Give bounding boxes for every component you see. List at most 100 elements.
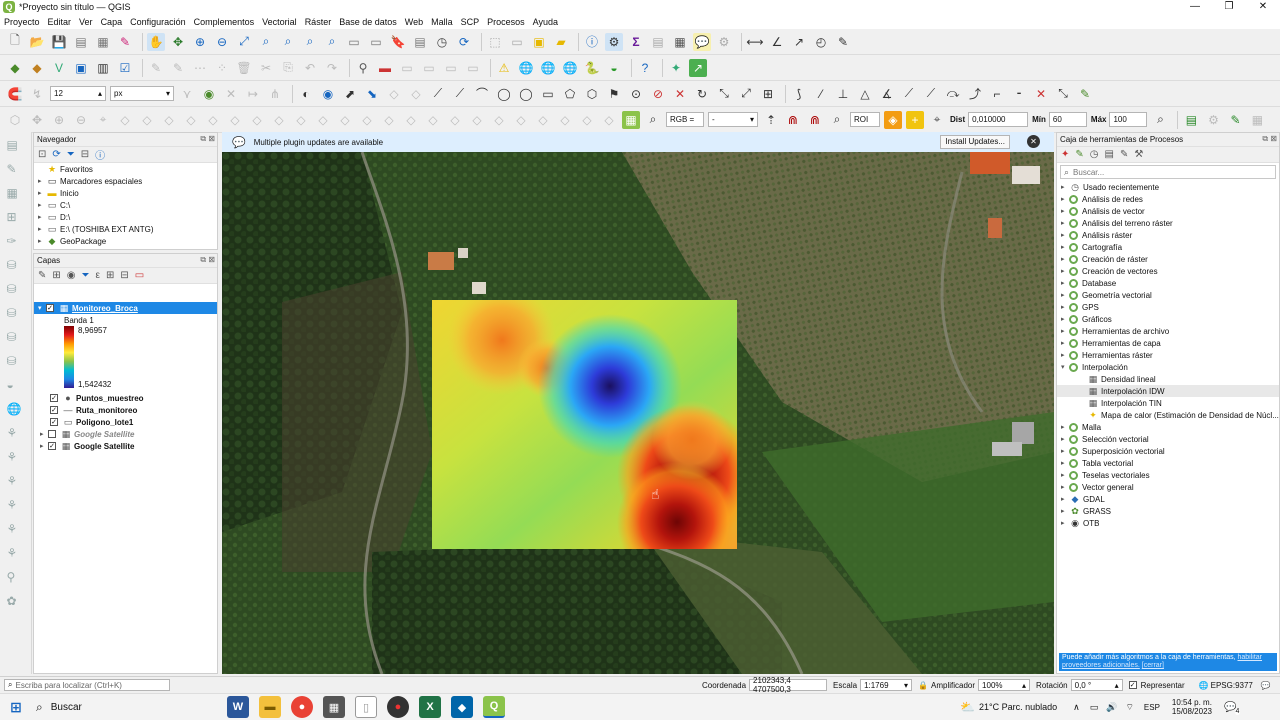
- angle-icon[interactable]: ∡: [878, 85, 896, 103]
- add-db2-icon[interactable]: ⛁: [7, 354, 25, 372]
- enable-providers-link[interactable]: habilitar: [1238, 654, 1263, 661]
- bookmark-icon[interactable]: 🔖: [389, 33, 407, 51]
- font-size-input[interactable]: 12 ▴: [50, 86, 106, 101]
- add-vector-icon[interactable]: ✎: [7, 162, 25, 180]
- scp-17-icon[interactable]: ◇: [468, 111, 486, 129]
- deselect-all-icon[interactable]: ⊙: [627, 85, 645, 103]
- proc-group-4[interactable]: ▸ Análisis ráster: [1057, 229, 1279, 241]
- split-line-icon[interactable]: ⤴: [966, 85, 984, 103]
- collapse-all-icon[interactable]: ⊟: [81, 149, 89, 160]
- layer-ruta-monitoreo[interactable]: ✓ — Ruta_monitoreo: [34, 404, 217, 416]
- new-project-icon[interactable]: 🗋: [6, 33, 24, 51]
- add-selected-icon[interactable]: ⊡: [38, 149, 46, 160]
- select-by-value-icon[interactable]: ▭: [508, 33, 526, 51]
- scp-snap-icon[interactable]: ⌖: [94, 111, 112, 129]
- eye-icon[interactable]: ◉: [67, 270, 76, 281]
- scp-20-icon[interactable]: ◇: [534, 111, 552, 129]
- grid-tool-icon[interactable]: ⊞: [759, 85, 777, 103]
- polygon-icon[interactable]: ⬠: [561, 85, 579, 103]
- help-icon[interactable]: ?: [636, 59, 654, 77]
- polyline-icon[interactable]: ⟋: [451, 85, 469, 103]
- history-icon[interactable]: ◷: [1090, 149, 1099, 160]
- proc-group-after-8[interactable]: ▸ ◉ OTB: [1057, 517, 1279, 529]
- font-unit-select[interactable]: px ▾: [110, 86, 174, 101]
- scp-22-icon[interactable]: ◇: [578, 111, 596, 129]
- add-raster-layer-icon[interactable]: ◆: [28, 59, 46, 77]
- identify-icon[interactable]: ⓘ: [583, 33, 601, 51]
- new-map-view-icon[interactable]: ▭: [345, 33, 363, 51]
- parallel-icon[interactable]: ⁄: [812, 85, 830, 103]
- style-manager-icon[interactable]: ✎: [116, 33, 134, 51]
- zoom-in-icon[interactable]: ⊕: [191, 33, 209, 51]
- weather-text[interactable]: 21°C Parc. nublado: [979, 702, 1057, 712]
- add-part-icon[interactable]: ◇: [385, 85, 403, 103]
- scp-band-set-icon[interactable]: ▦: [622, 110, 640, 129]
- chrome-icon[interactable]: ●: [291, 696, 313, 718]
- expand-all-icon[interactable]: ⊞: [106, 270, 114, 281]
- add-point-cloud-icon[interactable]: ⚘: [7, 546, 25, 564]
- scp-roi-zoom-icon[interactable]: ⌕: [828, 111, 846, 129]
- proc-group-15[interactable]: ▾ Interpolación: [1057, 361, 1279, 373]
- install-updates-button[interactable]: Install Updates...: [940, 135, 1010, 149]
- menu-malla[interactable]: Malla: [431, 17, 453, 27]
- filter-icon[interactable]: ⏷: [67, 149, 75, 160]
- layer-visibility-checkbox[interactable]: ✓: [46, 304, 54, 312]
- delete-part-icon[interactable]: ◇: [407, 85, 425, 103]
- add-xyz-icon[interactable]: ⚘: [7, 426, 25, 444]
- scp-zoomout-icon[interactable]: ⊖: [72, 111, 90, 129]
- add-mesh-icon[interactable]: ⊞: [7, 210, 25, 228]
- language-indicator[interactable]: ESP: [1144, 703, 1160, 712]
- delete-selected-icon[interactable]: 🗑: [235, 59, 253, 77]
- add-mssql-icon[interactable]: ⛁: [7, 330, 25, 348]
- windows-start-icon[interactable]: ⊞: [5, 696, 27, 718]
- digitize-icon[interactable]: ✎: [169, 59, 187, 77]
- save-project-icon[interactable]: 💾: [50, 33, 68, 51]
- deselect-icon[interactable]: ▣: [530, 33, 548, 51]
- advanced-digitize-icon[interactable]: ⟆: [790, 85, 808, 103]
- move-feature-icon[interactable]: ⤢: [737, 85, 755, 103]
- arc-icon[interactable]: ⌒: [473, 85, 491, 103]
- minimize-button[interactable]: —: [1178, 0, 1212, 14]
- measure-bearing-icon[interactable]: ↗: [790, 33, 808, 51]
- vertex-editor-icon[interactable]: ◐: [297, 85, 315, 103]
- field-calculator-icon[interactable]: ▦: [671, 33, 689, 51]
- menu-procesos[interactable]: Procesos: [487, 17, 525, 27]
- maximize-button[interactable]: ❐: [1212, 0, 1246, 14]
- circle-icon[interactable]: ◯: [495, 85, 513, 103]
- redo-icon[interactable]: ↷: [323, 59, 341, 77]
- scp-tools-icon[interactable]: ✦: [667, 59, 685, 77]
- show-bookmarks-icon[interactable]: ▤: [411, 33, 429, 51]
- globe-reload-icon[interactable]: 🌐: [561, 59, 579, 77]
- panel-close-icon[interactable]: ⧉ ⊠: [1262, 134, 1277, 144]
- extend-icon[interactable]: ⟋: [922, 85, 940, 103]
- proc-group-8[interactable]: ▸ Database: [1057, 277, 1279, 289]
- scp-zoom-icon[interactable]: ⊕: [50, 111, 68, 129]
- proc-group-5[interactable]: ▸ Cartografía: [1057, 241, 1279, 253]
- scp-2-icon[interactable]: ◇: [138, 111, 156, 129]
- proc-group-after-6[interactable]: ▸ ◆ GDAL: [1057, 493, 1279, 505]
- scp-10-icon[interactable]: ◇: [314, 111, 332, 129]
- nav-geopackage[interactable]: ▸ ◆ GeoPackage: [34, 235, 217, 247]
- excel-icon[interactable]: X: [419, 696, 441, 718]
- offset-icon[interactable]: ✕: [222, 85, 240, 103]
- menu-proyecto[interactable]: Proyecto: [4, 17, 40, 27]
- add-vector-tile-icon[interactable]: ⚘: [7, 522, 25, 540]
- shape-digitize-icon[interactable]: ◉: [200, 85, 218, 103]
- label-rotate-icon[interactable]: ▭: [442, 59, 460, 77]
- close-banner-link[interactable]: [cerrar]: [1142, 662, 1164, 669]
- scp-roi-orange-icon[interactable]: ◈: [884, 110, 902, 129]
- zoom-native-icon[interactable]: ⌕: [301, 33, 319, 51]
- layer-google-satellite-off[interactable]: ▸ ▦ Google Satellite: [34, 428, 217, 440]
- add-vector-layer-icon[interactable]: ◆: [6, 59, 24, 77]
- zoom-to-layer-icon[interactable]: ⌕: [279, 33, 297, 51]
- proc-group-9[interactable]: ▸ Geometría vectorial: [1057, 289, 1279, 301]
- collapse-all-icon[interactable]: ⊟: [120, 270, 128, 281]
- clock[interactable]: 10:54 p. m. 15/08/2023: [1172, 698, 1212, 716]
- scp-8-icon[interactable]: ◇: [270, 111, 288, 129]
- layer-google-satellite[interactable]: ▸ ✓ ▦ Google Satellite: [34, 440, 217, 452]
- add-oracle-icon[interactable]: ⛁: [7, 306, 25, 324]
- taskbar-search-box[interactable]: ⌕ Buscar: [32, 696, 222, 718]
- python-console-icon[interactable]: 🐍: [583, 59, 601, 77]
- nav-inicio[interactable]: ▸ ▬ Inicio: [34, 187, 217, 199]
- additional-providers-link[interactable]: proveedores adicionales.: [1062, 662, 1140, 669]
